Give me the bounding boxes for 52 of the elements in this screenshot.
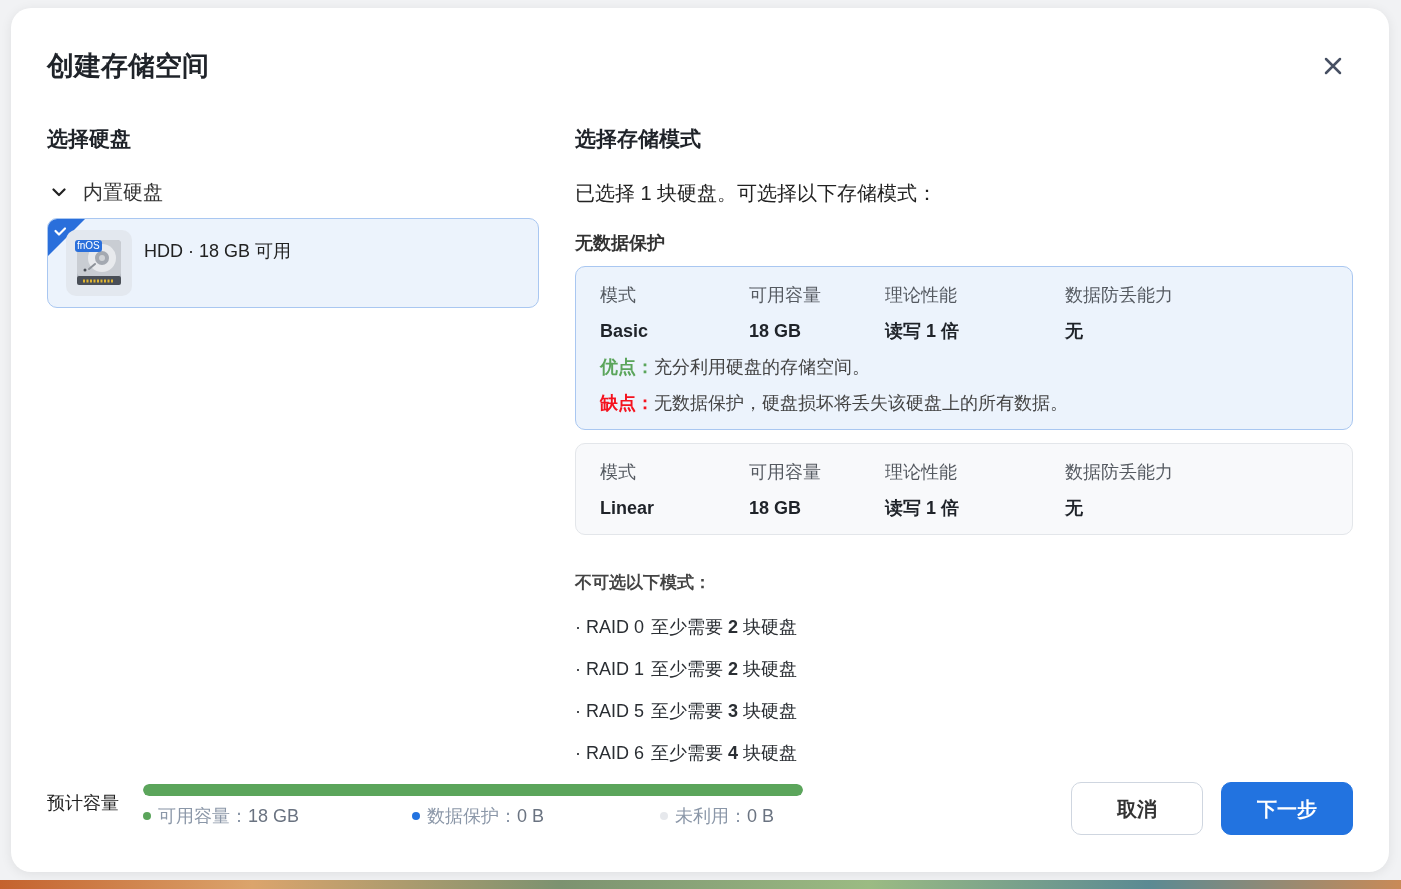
section-subheading: 不可选以下模式： [575, 572, 712, 594]
dialog-title: 创建存储空间 [47, 50, 209, 83]
mode-value: 无 [1065, 320, 1084, 343]
next-button[interactable]: 下一步 [1221, 782, 1353, 835]
section-heading: 选择硬盘 [47, 126, 132, 152]
legend-label: 数据保护： [427, 805, 517, 827]
raid-level-label: · RAID 0 [575, 616, 645, 639]
cons-text: 无数据保护，硬盘损坏将丢失该硬盘上的所有数据。 [654, 393, 1068, 413]
mode-value: 18 GB [749, 497, 803, 520]
column-label: 可用容量 [749, 284, 822, 307]
raid-requirement: 至少需要 2 块硬盘 [651, 616, 798, 639]
legend-value: 18 GB [248, 805, 300, 827]
raid-level-label: · RAID 6 [575, 742, 645, 765]
column-label: 理论性能 [885, 284, 958, 307]
cancel-button[interactable]: 取消 [1071, 782, 1203, 835]
os-badge: fnOS [75, 240, 102, 252]
mode-value: 读写 1 倍 [885, 320, 960, 343]
legend-label: 可用容量： [158, 805, 248, 827]
pros-text: 充分利用硬盘的存储空间。 [654, 357, 870, 377]
legend-label: 未利用： [675, 805, 747, 827]
mode-value: 无 [1065, 497, 1084, 520]
cons-label: 缺点： [600, 393, 654, 413]
selection-summary: 已选择 1 块硬盘。可选择以下存储模式： [575, 181, 939, 206]
column-label: 理论性能 [885, 461, 958, 484]
column-label: 可用容量 [749, 461, 822, 484]
mode-value: Basic [600, 320, 650, 343]
hard-drive-icon [66, 230, 132, 296]
column-label: 数据防丢能力 [1065, 461, 1174, 484]
raid-requirement: 至少需要 3 块硬盘 [651, 700, 798, 723]
disk-card[interactable]: fnOS HDD · 18 GB 可用 [47, 218, 539, 308]
close-button[interactable] [1323, 56, 1343, 76]
column-label: 模式 [600, 284, 637, 307]
raid-requirement: 至少需要 2 块硬盘 [651, 658, 798, 681]
capacity-label: 预计容量 [47, 792, 120, 814]
section-heading: 选择存储模式 [575, 126, 702, 152]
legend-value: 0 B [747, 805, 775, 827]
raid-level-label: · RAID 5 [575, 700, 645, 723]
mode-value: 18 GB [749, 320, 803, 343]
mode-card[interactable]: 模式 可用容量 理论性能 数据防丢能力 Basic 18 GB 读写 1 倍 无 优点：充分利用硬盘的存储空间。 缺点：无数据保护，硬盘损坏将丢失该硬盘上的所有数据。 [575, 266, 1353, 430]
mode-group-label: 无数据保护 [575, 232, 666, 255]
mode-card[interactable]: 模式 可用容量 理论性能 数据防丢能力 Linear 18 GB 读写 1 倍 无 [575, 443, 1353, 535]
raid-requirement: 至少需要 4 块硬盘 [651, 742, 798, 765]
pros-label: 优点： [600, 357, 654, 377]
disk-label: HDD · 18 GB 可用 [144, 240, 292, 263]
disk-group-toggle[interactable]: 内置硬盘 [47, 178, 163, 206]
mode-value: Linear [600, 497, 656, 520]
legend-value: 0 B [517, 805, 545, 827]
column-label: 数据防丢能力 [1065, 284, 1174, 307]
close-icon [1323, 56, 1343, 76]
column-label: 模式 [600, 461, 637, 484]
raid-level-label: · RAID 1 [575, 658, 645, 681]
mode-value: 读写 1 倍 [885, 497, 960, 520]
